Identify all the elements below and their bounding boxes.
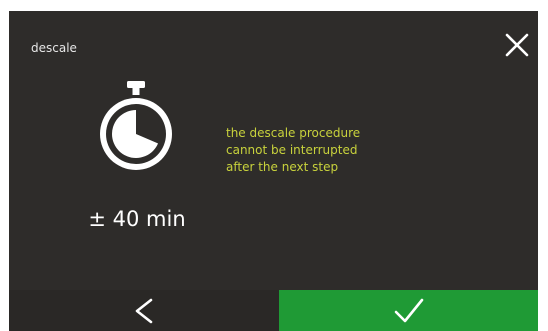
chevron-left-icon bbox=[135, 298, 153, 324]
confirm-button[interactable] bbox=[279, 290, 538, 331]
back-button[interactable] bbox=[9, 290, 279, 331]
warning-line: cannot be interrupted bbox=[226, 143, 358, 157]
stopwatch-icon bbox=[96, 81, 176, 189]
screen-title: descale bbox=[31, 41, 77, 55]
checkmark-icon bbox=[394, 298, 424, 323]
descale-screen: descale ± 40 min the descale procedure c… bbox=[9, 11, 538, 331]
warning-message: the descale procedure cannot be interrup… bbox=[226, 125, 446, 176]
close-icon bbox=[505, 33, 529, 57]
warning-line: after the next step bbox=[226, 160, 339, 174]
warning-line: the descale procedure bbox=[226, 126, 361, 140]
footer-bar bbox=[9, 290, 538, 331]
close-button[interactable] bbox=[503, 31, 531, 59]
duration-label: ± 40 min bbox=[88, 207, 186, 231]
